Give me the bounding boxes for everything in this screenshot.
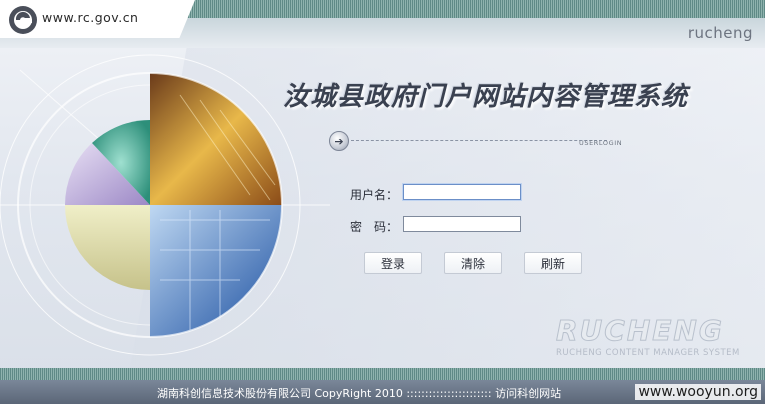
login-page: www.rc.gov.cn rucheng 汝城县政府门户网站内容管理系统 ➔ … [0,0,765,404]
brand-watermark: RUCHENG [556,314,724,348]
userlogin-divider: ➔ USERLOGIN [329,131,649,153]
arrow-right-circle-icon: ➔ [329,131,349,151]
logo-area: www.rc.gov.cn [0,0,195,38]
visit-site-link[interactable]: 访问科创网站 [495,387,561,400]
clear-button[interactable]: 清除 [444,252,502,274]
brand-name: rucheng [687,24,753,42]
username-input[interactable] [403,184,521,200]
login-button[interactable]: 登录 [364,252,422,274]
password-label: 密 码： [350,220,399,234]
rc-logo-icon [9,6,37,34]
refresh-button[interactable]: 刷新 [524,252,582,274]
page-title: 汝城县政府门户网站内容管理系统 [283,82,689,112]
copyright-text: 湖南科创信息技术股份有限公司 CopyRight 2010 ::::::::::… [157,387,496,400]
site-watermark: www.wooyun.org [635,384,761,400]
username-label: 用户名： [350,188,399,202]
userlogin-label: USERLOGIN [579,139,623,147]
site-url: www.rc.gov.cn [42,10,139,25]
footer-text: 湖南科创信息技术股份有限公司 CopyRight 2010 ::::::::::… [157,385,561,401]
brand-watermark-subtitle: RUCHENG CONTENT MANAGER SYSTEM [556,348,740,358]
divider-line [351,140,607,141]
password-input[interactable] [403,216,521,232]
bottom-stripe [0,368,765,380]
